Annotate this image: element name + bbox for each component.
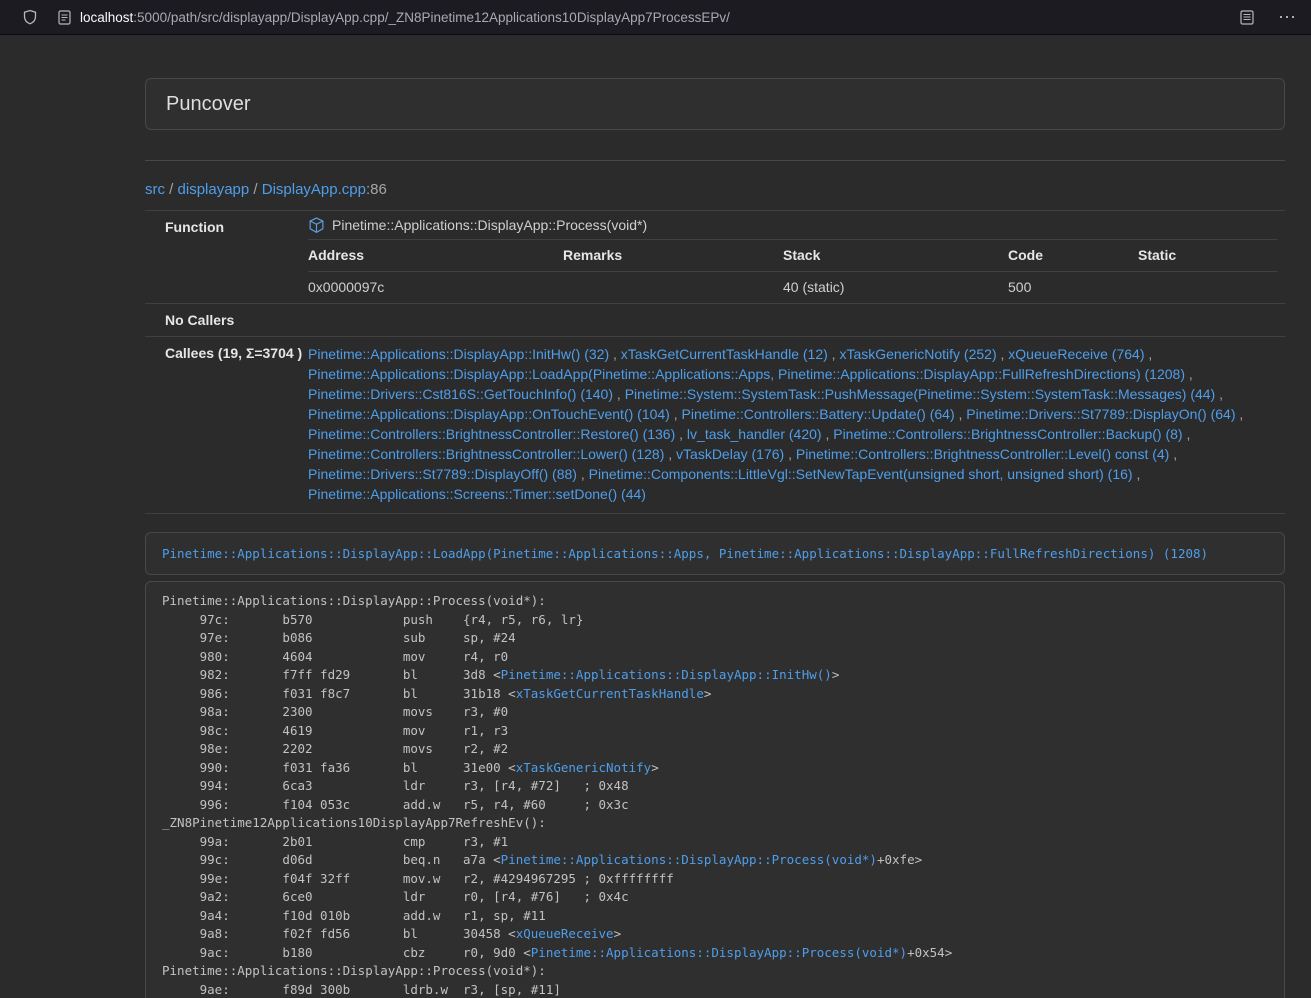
callee-separator: ,: [664, 446, 676, 462]
browser-toolbar: localhost:5000/path/src/displayapp/Displ…: [0, 0, 1311, 35]
callee-link[interactable]: Pinetime::Applications::DisplayApp::Init…: [308, 346, 609, 362]
callees-label: Callees (19, Σ=3704 ): [145, 337, 292, 513]
selected-callee-link[interactable]: Pinetime::Applications::DisplayApp::Load…: [162, 546, 1208, 561]
callee-separator: ,: [1169, 446, 1177, 462]
stats-header-row: Address Remarks Stack Code Static: [308, 240, 1277, 272]
disassembly-panel: Pinetime::Applications::DisplayApp::Proc…: [145, 581, 1285, 998]
callee-separator: ,: [784, 446, 796, 462]
callee-separator: ,: [613, 386, 625, 402]
breadcrumb-separator: /: [165, 181, 178, 198]
callee-separator: ,: [1236, 406, 1244, 422]
breadcrumb-src[interactable]: src: [145, 181, 165, 198]
url-bar[interactable]: localhost:5000/path/src/displayapp/Displ…: [80, 10, 1240, 25]
symbol-link[interactable]: Pinetime::Applications::DisplayApp::Init…: [501, 667, 832, 682]
callee-separator: ,: [1133, 466, 1141, 482]
callee-separator: ,: [1183, 426, 1191, 442]
symbol-link[interactable]: xTaskGetCurrentTaskHandle: [516, 686, 704, 701]
column-header-address: Address: [308, 240, 563, 271]
no-callers-row: No Callers: [145, 304, 1285, 337]
function-table: Function Pinetime::Applications::Display…: [145, 210, 1285, 514]
symbol-link[interactable]: xTaskGenericNotify: [516, 760, 651, 775]
callee-separator: ,: [670, 406, 682, 422]
function-row: Function Pinetime::Applications::Display…: [145, 211, 1285, 304]
callee-separator: ,: [997, 346, 1009, 362]
column-header-static: Static: [1138, 240, 1277, 271]
column-header-code: Code: [1008, 240, 1138, 271]
breadcrumb-separator: /: [249, 181, 262, 198]
callee-link[interactable]: Pinetime::Controllers::BrightnessControl…: [796, 446, 1169, 462]
callee-link[interactable]: Pinetime::System::SystemTask::PushMessag…: [625, 386, 1216, 402]
callee-link[interactable]: Pinetime::Applications::Screens::Timer::…: [308, 486, 646, 502]
column-header-stack: Stack: [783, 240, 1008, 271]
remarks-value: [563, 272, 783, 303]
code-value: 500: [1008, 272, 1138, 303]
no-callers-content: [292, 304, 1285, 336]
reader-view-icon[interactable]: [1240, 10, 1254, 25]
function-row-content: Pinetime::Applications::DisplayApp::Proc…: [292, 211, 1285, 303]
breadcrumb-file[interactable]: DisplayApp.cpp: [262, 181, 366, 198]
disassembly-pre: Pinetime::Applications::DisplayApp::Proc…: [162, 592, 1268, 998]
callee-link[interactable]: xTaskGetCurrentTaskHandle (12): [621, 346, 828, 362]
breadcrumb-displayapp[interactable]: displayapp: [178, 181, 250, 198]
callee-link[interactable]: xTaskGenericNotify (252): [839, 346, 996, 362]
toolbar-right: ⋯: [1240, 8, 1297, 26]
page-title: Puncover: [166, 93, 251, 115]
function-row-label: Function: [145, 211, 292, 303]
function-title: Pinetime::Applications::DisplayApp::Proc…: [308, 211, 1277, 240]
callees-row: Callees (19, Σ=3704 ) Pinetime::Applicat…: [145, 337, 1285, 514]
tracking-shield-icon[interactable]: [22, 9, 38, 25]
callee-separator: ,: [955, 406, 967, 422]
callee-separator: ,: [1144, 346, 1152, 362]
no-callers-label: No Callers: [145, 304, 292, 336]
function-icon: [308, 217, 325, 234]
callee-link[interactable]: Pinetime::Controllers::BrightnessControl…: [308, 426, 675, 442]
url-host: localhost: [80, 10, 133, 25]
symbol-link[interactable]: Pinetime::Applications::DisplayApp::Proc…: [531, 945, 907, 960]
callee-separator: ,: [1215, 386, 1223, 402]
callee-link[interactable]: Pinetime::Controllers::BrightnessControl…: [833, 426, 1182, 442]
callee-link[interactable]: Pinetime::Controllers::BrightnessControl…: [308, 446, 664, 462]
static-value: [1138, 272, 1277, 303]
callee-link[interactable]: vTaskDelay (176): [676, 446, 784, 462]
callee-link[interactable]: Pinetime::Applications::DisplayApp::Load…: [308, 366, 1185, 382]
url-path: :5000/path/src/displayapp/DisplayApp.cpp…: [133, 10, 730, 25]
callee-link[interactable]: Pinetime::Drivers::Cst816S::GetTouchInfo…: [308, 386, 613, 402]
stats-row: 0x0000097c 40 (static) 500: [308, 272, 1277, 303]
callee-link[interactable]: lv_task_handler (420): [687, 426, 822, 442]
callee-separator: ,: [675, 426, 687, 442]
stack-value: 40 (static): [783, 272, 1008, 303]
breadcrumb: src / displayapp / DisplayApp.cpp:86: [145, 180, 1285, 199]
overflow-menu-icon[interactable]: ⋯: [1278, 8, 1297, 26]
callee-separator: ,: [577, 466, 589, 482]
app-header: Puncover: [145, 78, 1285, 130]
selected-symbol-panel: Pinetime::Applications::DisplayApp::Load…: [145, 532, 1285, 575]
callee-link[interactable]: Pinetime::Drivers::St7789::DisplayOff() …: [308, 466, 577, 482]
symbol-link[interactable]: xQueueReceive: [516, 926, 614, 941]
callee-link[interactable]: Pinetime::Applications::DisplayApp::OnTo…: [308, 406, 670, 422]
page-info-icon[interactable]: [58, 10, 71, 25]
callee-separator: ,: [822, 426, 834, 442]
function-name: Pinetime::Applications::DisplayApp::Proc…: [332, 216, 647, 234]
address-value: 0x0000097c: [308, 272, 563, 303]
callee-separator: ,: [609, 346, 621, 362]
column-header-remarks: Remarks: [563, 240, 783, 271]
divider: [145, 160, 1285, 161]
callee-link[interactable]: Pinetime::Drivers::St7789::DisplayOn() (…: [966, 406, 1235, 422]
callee-link[interactable]: xQueueReceive (764): [1008, 346, 1144, 362]
callee-separator: ,: [1185, 366, 1193, 382]
content: Puncover src / displayapp / DisplayApp.c…: [145, 35, 1285, 998]
callee-link[interactable]: Pinetime::Controllers::Battery::Update()…: [682, 406, 955, 422]
symbol-link[interactable]: Pinetime::Applications::DisplayApp::Proc…: [501, 852, 877, 867]
callee-link[interactable]: Pinetime::Components::LittleVgl::SetNewT…: [589, 466, 1133, 482]
callee-separator: ,: [828, 346, 840, 362]
callees-list: Pinetime::Applications::DisplayApp::Init…: [292, 337, 1285, 513]
breadcrumb-line-number: :86: [366, 181, 387, 198]
